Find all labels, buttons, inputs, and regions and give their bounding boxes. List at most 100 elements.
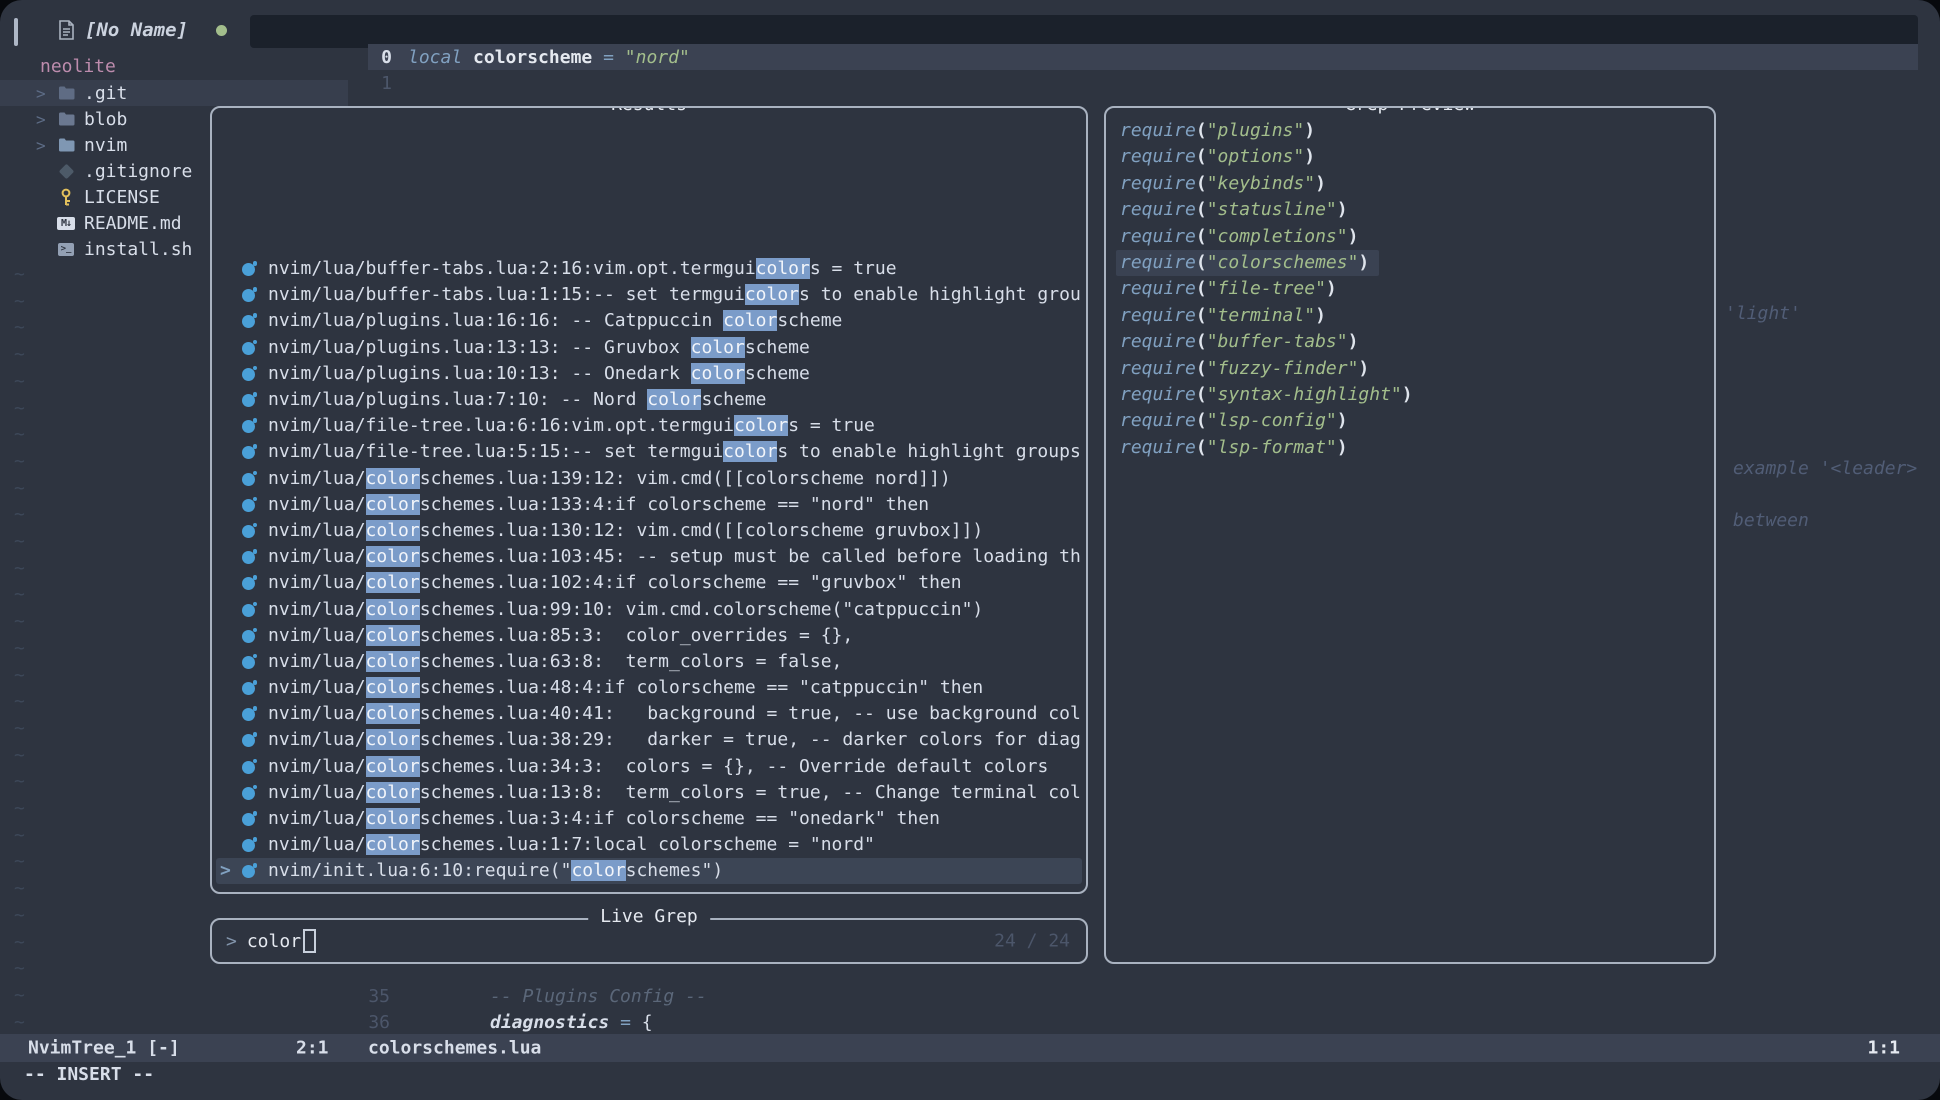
result-row[interactable]: nvim/lua/colorschemes.lua:63:8: term_col… — [216, 648, 1082, 674]
lua-file-icon — [242, 471, 257, 486]
match-highlight: color — [366, 834, 420, 855]
empty-buffer-tildes: ~~~~~~~~~~~~~~~~~~~~~~~~~~~~~ — [14, 262, 25, 1036]
match-highlight: color — [366, 729, 420, 750]
line-number: 36 — [330, 1012, 390, 1033]
results-panel: Results nvim/lua/buffer-tabs.lua:2:16:vi… — [210, 106, 1088, 894]
match-highlight: color — [366, 677, 420, 698]
result-row[interactable]: nvim/lua/colorschemes.lua:40:41: backgro… — [216, 701, 1082, 727]
lua-file-icon — [242, 313, 257, 328]
match-highlight: color — [745, 284, 799, 305]
result-row[interactable]: nvim/lua/plugins.lua:16:16: -- Catppucci… — [216, 308, 1082, 334]
lua-file-icon — [242, 706, 257, 721]
result-row[interactable]: nvim/lua/file-tree.lua:6:16:vim.opt.term… — [216, 413, 1082, 439]
match-highlight: color — [366, 572, 420, 593]
background-code-line: 36diagnostics = { — [0, 1009, 1940, 1035]
result-row[interactable]: nvim/lua/colorschemes.lua:103:45: -- set… — [216, 544, 1082, 570]
result-row[interactable]: nvim/lua/colorschemes.lua:102:4:if color… — [216, 570, 1082, 596]
result-row[interactable]: nvim/lua/colorschemes.lua:139:12: vim.cm… — [216, 465, 1082, 491]
lua-file-icon — [242, 654, 257, 669]
preview-line: require("terminal") — [1116, 303, 1336, 329]
tree-item-label: README.md — [84, 213, 182, 234]
results-counter: 24 / 24 — [994, 931, 1070, 952]
statusbar-buffer-name: NvimTree_1 [-] — [28, 1038, 180, 1059]
lua-file-icon — [242, 340, 257, 355]
result-row[interactable]: nvim/lua/colorschemes.lua:130:12: vim.cm… — [216, 517, 1082, 543]
document-icon — [58, 20, 75, 40]
modified-dot-icon — [216, 25, 227, 36]
match-highlight: color — [366, 651, 420, 672]
lua-file-icon — [242, 628, 257, 643]
lua-file-icon — [242, 444, 257, 459]
screen: [No Name] 0 local colorscheme = "nord" 1… — [0, 0, 1940, 1100]
match-highlight: color — [723, 310, 777, 331]
statusbar-file-name: colorschemes.lua — [368, 1038, 541, 1059]
search-input[interactable]: color — [247, 931, 301, 952]
result-row[interactable]: nvim/lua/colorschemes.lua:85:3: color_ov… — [216, 622, 1082, 648]
buffer-tab[interactable]: [No Name] — [58, 14, 227, 46]
line-number: 0 — [370, 47, 392, 68]
folder-icon — [54, 138, 78, 152]
results-panel-title: Results — [599, 106, 699, 115]
folder-icon — [54, 86, 78, 100]
result-row[interactable]: nvim/lua/colorschemes.lua:133:4:if color… — [216, 491, 1082, 517]
live-grep-panel-title: Live Grep — [588, 906, 710, 927]
result-row[interactable]: nvim/lua/colorschemes.lua:34:3: colors =… — [216, 753, 1082, 779]
lua-file-icon — [242, 418, 257, 433]
result-row[interactable]: >nvim/init.lua:6:10:require("colorscheme… — [216, 858, 1082, 884]
result-row[interactable]: nvim/lua/buffer-tabs.lua:2:16:vim.opt.te… — [216, 256, 1082, 282]
editor-line[interactable]: 1 — [368, 70, 1918, 96]
lua-file-icon — [242, 785, 257, 800]
result-row[interactable]: nvim/lua/buffer-tabs.lua:1:15:-- set ter… — [216, 282, 1082, 308]
result-row[interactable]: nvim/lua/colorschemes.lua:13:8: term_col… — [216, 779, 1082, 805]
result-row[interactable]: nvim/lua/plugins.lua:7:10: -- Nord color… — [216, 386, 1082, 412]
tab-title: [No Name] — [85, 19, 188, 41]
lua-file-icon — [242, 759, 257, 774]
tree-item-label: LICENSE — [84, 187, 160, 208]
result-row[interactable]: nvim/lua/file-tree.lua:5:15:-- set termg… — [216, 439, 1082, 465]
lua-file-icon — [242, 602, 257, 617]
statusbar-tree-position: 2:1 — [296, 1038, 329, 1059]
preview-line: require("fuzzy-finder") — [1116, 356, 1379, 382]
match-highlight: color — [734, 415, 788, 436]
result-row[interactable]: nvim/lua/colorschemes.lua:48:4:if colors… — [216, 675, 1082, 701]
preview-line: require("lsp-format") — [1116, 435, 1358, 461]
result-row[interactable]: nvim/lua/colorschemes.lua:99:10: vim.cmd… — [216, 596, 1082, 622]
match-highlight: color — [691, 363, 745, 384]
preview-code: require("plugins")require("options")requ… — [1116, 118, 1708, 461]
lua-file-icon — [242, 575, 257, 590]
text-cursor — [303, 929, 316, 953]
preview-line: require("statusline") — [1116, 197, 1358, 223]
result-row[interactable]: nvim/lua/colorschemes.lua:38:29: darker … — [216, 727, 1082, 753]
line-number: 35 — [330, 986, 390, 1007]
chevron-right-icon: > — [36, 136, 54, 155]
result-row[interactable]: nvim/lua/plugins.lua:10:13: -- Onedark c… — [216, 360, 1082, 386]
grep-preview-panel-title: Grep Preview — [1333, 106, 1487, 115]
preview-line: require("options") — [1116, 144, 1325, 170]
match-highlight: color — [366, 468, 420, 489]
live-grep-panel: Live Grep > color 24 / 24 — [210, 918, 1088, 964]
git-icon — [54, 166, 78, 177]
result-row[interactable]: nvim/lua/colorschemes.lua:3:4:if colorsc… — [216, 805, 1082, 831]
match-highlight: color — [366, 808, 420, 829]
match-highlight: color — [366, 520, 420, 541]
tree-item-label: install.sh — [84, 239, 192, 260]
match-highlight: color — [691, 337, 745, 358]
editor-cursor-line[interactable]: 0 local colorscheme = "nord" — [368, 44, 1918, 70]
tree-item--git[interactable]: >.git — [0, 80, 348, 106]
lua-file-icon — [242, 497, 257, 512]
lua-file-icon — [242, 366, 257, 381]
result-row[interactable]: nvim/lua/plugins.lua:13:13: -- Gruvbox c… — [216, 334, 1082, 360]
background-code-line: 35-- Plugins Config -- — [0, 983, 1940, 1009]
tree-item-label: .git — [84, 83, 127, 104]
result-row[interactable]: nvim/lua/colorschemes.lua:1:7:local colo… — [216, 832, 1082, 858]
tree-item-label: nvim — [84, 135, 127, 156]
preview-line: require("keybinds") — [1116, 171, 1336, 197]
preview-line: require("completions") — [1116, 224, 1368, 250]
tree-item-label: blob — [84, 109, 127, 130]
key-icon — [54, 188, 78, 206]
chevron-right-icon: > — [36, 110, 54, 129]
line-number: 1 — [370, 73, 392, 94]
prompt-caret-icon: > — [226, 931, 237, 952]
match-highlight: color — [366, 756, 420, 777]
background-buffer-text: 'light' — [1725, 303, 1801, 324]
